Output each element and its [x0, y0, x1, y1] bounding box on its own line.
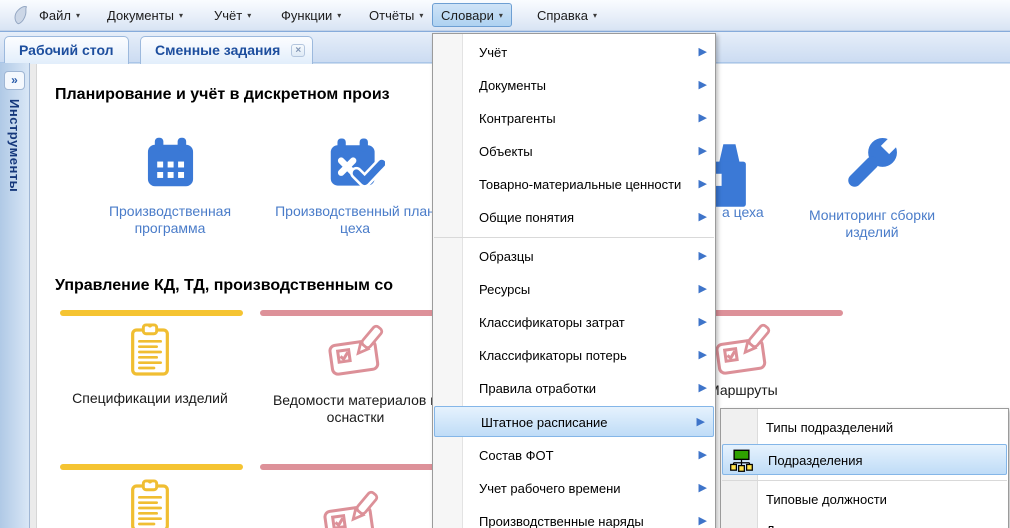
- tab-desktop[interactable]: Рабочий стол: [4, 36, 129, 64]
- app-window: Файл ▾ Документы ▾ Учёт ▾ Функции ▾ Отчё…: [0, 0, 1010, 528]
- submenu-arrow-icon: ▶: [699, 372, 707, 405]
- menu-item-staffing[interactable]: Штатное расписание ▶: [434, 406, 714, 437]
- tile-label: Производственный план цеха: [270, 203, 440, 237]
- tools-sidebar: » Инструменты: [0, 63, 30, 528]
- menubar-item-dictionaries[interactable]: Словари ▾: [432, 3, 512, 27]
- menu-item-common-concepts[interactable]: Общие понятия ▶: [433, 201, 715, 234]
- section-title-planning: Планирование и учёт в дискретном произ: [55, 86, 390, 104]
- tab-label: Сменные задания: [155, 42, 280, 58]
- calendar-check-icon: [270, 134, 440, 196]
- caret-down-icon: ▾: [76, 11, 80, 20]
- tile-material-lists[interactable]: Ведомости материалов и оснастки: [263, 322, 448, 426]
- menubar-item-file[interactable]: Файл ▾: [30, 3, 89, 27]
- checklist-pen-icon: [263, 322, 448, 385]
- sidebar-title: Инструменты: [7, 99, 22, 192]
- menu-item-processing-rules[interactable]: Правила отработки ▶: [433, 372, 715, 405]
- menubar-item-label: Справка: [537, 8, 588, 23]
- submenu-arrow-icon: ▶: [699, 201, 707, 234]
- submenu-arrow-icon: ▶: [699, 168, 707, 201]
- checklist-pen-icon: [320, 488, 382, 528]
- menubar-item-reports[interactable]: Отчёты ▾: [360, 3, 432, 27]
- menubar-item-documents[interactable]: Документы ▾: [98, 3, 192, 27]
- menu-item-department-types[interactable]: Типы подразделений: [721, 411, 1008, 444]
- accent-bar-pink: [260, 310, 446, 316]
- clipboard-icon: [45, 322, 255, 383]
- menubar-item-help[interactable]: Справка ▾: [528, 3, 606, 27]
- tile-label: Мониторинг сборки изделий: [787, 207, 957, 241]
- menu-item-documents[interactable]: Документы ▶: [433, 69, 715, 102]
- menu-item-work-orders[interactable]: Производственные наряды ▶: [433, 505, 715, 528]
- submenu-arrow-icon: ▶: [699, 36, 707, 69]
- menu-item-counterparties[interactable]: Контрагенты ▶: [433, 102, 715, 135]
- menu-item-payroll-structure[interactable]: Состав ФОТ ▶: [433, 439, 715, 472]
- chevrons-right-icon: »: [11, 73, 18, 87]
- tile-label-routes[interactable]: Маршруты: [708, 382, 778, 398]
- wrench-icon: [787, 131, 957, 200]
- tile-assembly-monitoring[interactable]: Мониторинг сборки изделий: [787, 131, 957, 241]
- tile-label: Производственная программа: [85, 203, 255, 237]
- menu-separator: [434, 237, 714, 238]
- clipboard-icon: [127, 478, 173, 528]
- menubar-item-label: Отчёты: [369, 8, 414, 23]
- submenu-arrow-icon: ▶: [699, 273, 707, 306]
- submenu-arrow-icon: ▶: [699, 240, 707, 273]
- tile-label-partial[interactable]: а цеха: [722, 204, 764, 220]
- menu-item-positions-partial[interactable]: Д: [721, 514, 1008, 528]
- submenu-arrow-icon: ▶: [699, 306, 707, 339]
- checklist-pen-icon: [712, 321, 774, 384]
- menu-item-time-tracking[interactable]: Учет рабочего времени ▶: [433, 472, 715, 505]
- menu-item-cost-classifiers[interactable]: Классификаторы затрат ▶: [433, 306, 715, 339]
- menu-item-objects[interactable]: Объекты ▶: [433, 135, 715, 168]
- close-icon[interactable]: ×: [291, 44, 305, 57]
- sidebar-expand-button[interactable]: »: [4, 71, 25, 90]
- menu-item-typical-positions[interactable]: Типовые должности: [721, 483, 1008, 516]
- tab-shift-tasks[interactable]: Сменные задания ×: [140, 36, 313, 64]
- menu-item-departments[interactable]: Подразделения: [722, 444, 1007, 475]
- dictionaries-dropdown-menu: Учёт ▶ Документы ▶ Контрагенты ▶ Объекты…: [432, 33, 716, 528]
- menubar-item-functions[interactable]: Функции ▾: [272, 3, 350, 27]
- menu-item-accounting[interactable]: Учёт ▶: [433, 36, 715, 69]
- org-chart-icon: [729, 448, 754, 484]
- caret-down-icon: ▾: [593, 11, 597, 20]
- menubar-item-accounting[interactable]: Учёт ▾: [205, 3, 260, 27]
- menu-item-loss-classifiers[interactable]: Классификаторы потерь ▶: [433, 339, 715, 372]
- accent-bar-yellow: [60, 464, 243, 470]
- menubar-item-label: Файл: [39, 8, 71, 23]
- submenu-arrow-icon: ▶: [699, 69, 707, 102]
- caret-down-icon: ▾: [499, 11, 503, 20]
- calendar-icon: [85, 134, 255, 196]
- accent-bar-pink: [700, 310, 843, 316]
- menu-item-inventory[interactable]: Товарно-материальные ценности ▶: [433, 168, 715, 201]
- accent-bar-pink: [260, 464, 446, 470]
- submenu-arrow-icon: ▶: [699, 439, 707, 472]
- panel-splitter[interactable]: [30, 63, 37, 528]
- section-title-management: Управление КД, ТД, производственным со: [55, 277, 393, 295]
- caret-down-icon: ▾: [337, 11, 341, 20]
- menu-item-resources[interactable]: Ресурсы ▶: [433, 273, 715, 306]
- caret-down-icon: ▾: [247, 11, 251, 20]
- tab-label: Рабочий стол: [19, 42, 114, 58]
- submenu-arrow-icon: ▶: [699, 102, 707, 135]
- menubar-item-label: Учёт: [214, 8, 242, 23]
- menubar-item-label: Функции: [281, 8, 332, 23]
- caret-down-icon: ▾: [179, 11, 183, 20]
- tile-shop-plan[interactable]: Производственный план цеха: [270, 134, 440, 237]
- caret-down-icon: ▾: [419, 11, 423, 20]
- staffing-submenu: Типы подразделений Подразделения Типовые…: [720, 408, 1009, 528]
- submenu-arrow-icon: ▶: [699, 135, 707, 168]
- submenu-arrow-icon: ▶: [699, 505, 707, 528]
- submenu-arrow-icon: ▶: [699, 472, 707, 505]
- main-menubar: Файл ▾ Документы ▾ Учёт ▾ Функции ▾ Отчё…: [0, 0, 1010, 31]
- tile-product-specs[interactable]: Спецификации изделий: [45, 322, 255, 407]
- menubar-item-label: Документы: [107, 8, 174, 23]
- menubar-item-label: Словари: [441, 8, 494, 23]
- tile-label: Ведомости материалов и оснастки: [263, 392, 448, 426]
- menu-item-samples[interactable]: Образцы ▶: [433, 240, 715, 273]
- submenu-arrow-icon: ▶: [699, 339, 707, 372]
- tile-production-program[interactable]: Производственная программа: [85, 134, 255, 237]
- menu-separator: [722, 480, 1007, 481]
- accent-bar-yellow: [60, 310, 243, 316]
- tile-label: Спецификации изделий: [45, 390, 255, 407]
- submenu-arrow-icon: ▶: [697, 407, 705, 438]
